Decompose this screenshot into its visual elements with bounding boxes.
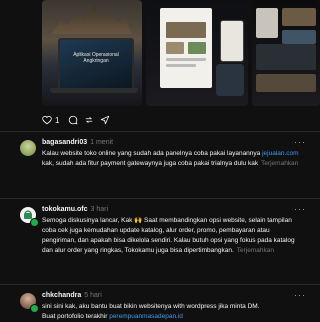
comment-text-part: Kalau website toko online yang sudah ada… [42, 150, 263, 157]
post-image-carousel[interactable]: Aplikasi Operasional Angkringan [42, 0, 320, 108]
divider [0, 198, 320, 199]
comment-time: 1 menit [90, 139, 114, 146]
like-count: 1 [55, 115, 60, 125]
post-image-laptop-mockup[interactable]: Aplikasi Operasional Angkringan [42, 0, 142, 106]
comment-text-part: sini sini kak, aku bantu buat bikin webs… [42, 303, 260, 310]
laptop-screen [58, 38, 134, 92]
username[interactable]: bagasandri03 [42, 139, 87, 146]
phone-mockup [220, 20, 244, 62]
post-image-website-mockup[interactable] [146, 0, 248, 106]
laptop-base [50, 88, 138, 93]
comment-text-part: kak, sudah ada fitur payment gatewaynya … [42, 160, 259, 167]
heart-outline-icon[interactable] [42, 115, 52, 125]
divider [0, 284, 320, 285]
comment-time: 3 hari [90, 206, 109, 213]
post-action-row: 1 [42, 115, 110, 125]
send-icon[interactable] [100, 115, 110, 125]
avatar[interactable] [20, 140, 36, 156]
username[interactable]: tokokamu.ofc [42, 206, 88, 213]
website-screen [160, 8, 212, 88]
divider [0, 131, 320, 132]
comment-time: 5 hari [84, 292, 102, 299]
comment-text: Semoga diskusinya lancar, Kak 🙌 Saat mem… [42, 216, 300, 256]
more-options-icon[interactable]: ··· [294, 290, 306, 300]
comment-text: sini sini kak, aku bantu buat bikin webs… [42, 302, 300, 322]
comment-link[interactable]: perempuanmasadepan.id [109, 313, 183, 320]
more-options-icon[interactable]: ··· [294, 137, 306, 147]
repost-icon[interactable] [84, 115, 94, 125]
temple-silhouette [52, 4, 132, 34]
comment-link[interactable]: jejualan.com [262, 150, 299, 157]
username[interactable]: chkchandra [42, 292, 81, 299]
verified-plus-badge [30, 304, 39, 313]
translate-link[interactable]: Terjemahkan [261, 160, 298, 167]
tablet-mockup [216, 64, 244, 96]
comment-text: Kalau website toko online yang sudah ada… [42, 149, 300, 169]
post-image-partial[interactable] [252, 0, 320, 106]
comment-header: tokokamu.ofc 3 hari [42, 206, 108, 213]
laptop-caption: Aplikasi Operasional Angkringan [73, 52, 119, 64]
verified-plus-badge [30, 218, 39, 227]
comment-header: chkchandra 5 hari [42, 292, 102, 299]
translate-link[interactable]: Terjemahkan [237, 247, 274, 254]
comment-header: bagasandri03 1 menit [42, 139, 113, 146]
comment-text-part: Buat portofolio terakhir [42, 313, 110, 320]
more-options-icon[interactable]: ··· [294, 204, 306, 214]
comment-bubble-icon[interactable] [68, 115, 78, 125]
